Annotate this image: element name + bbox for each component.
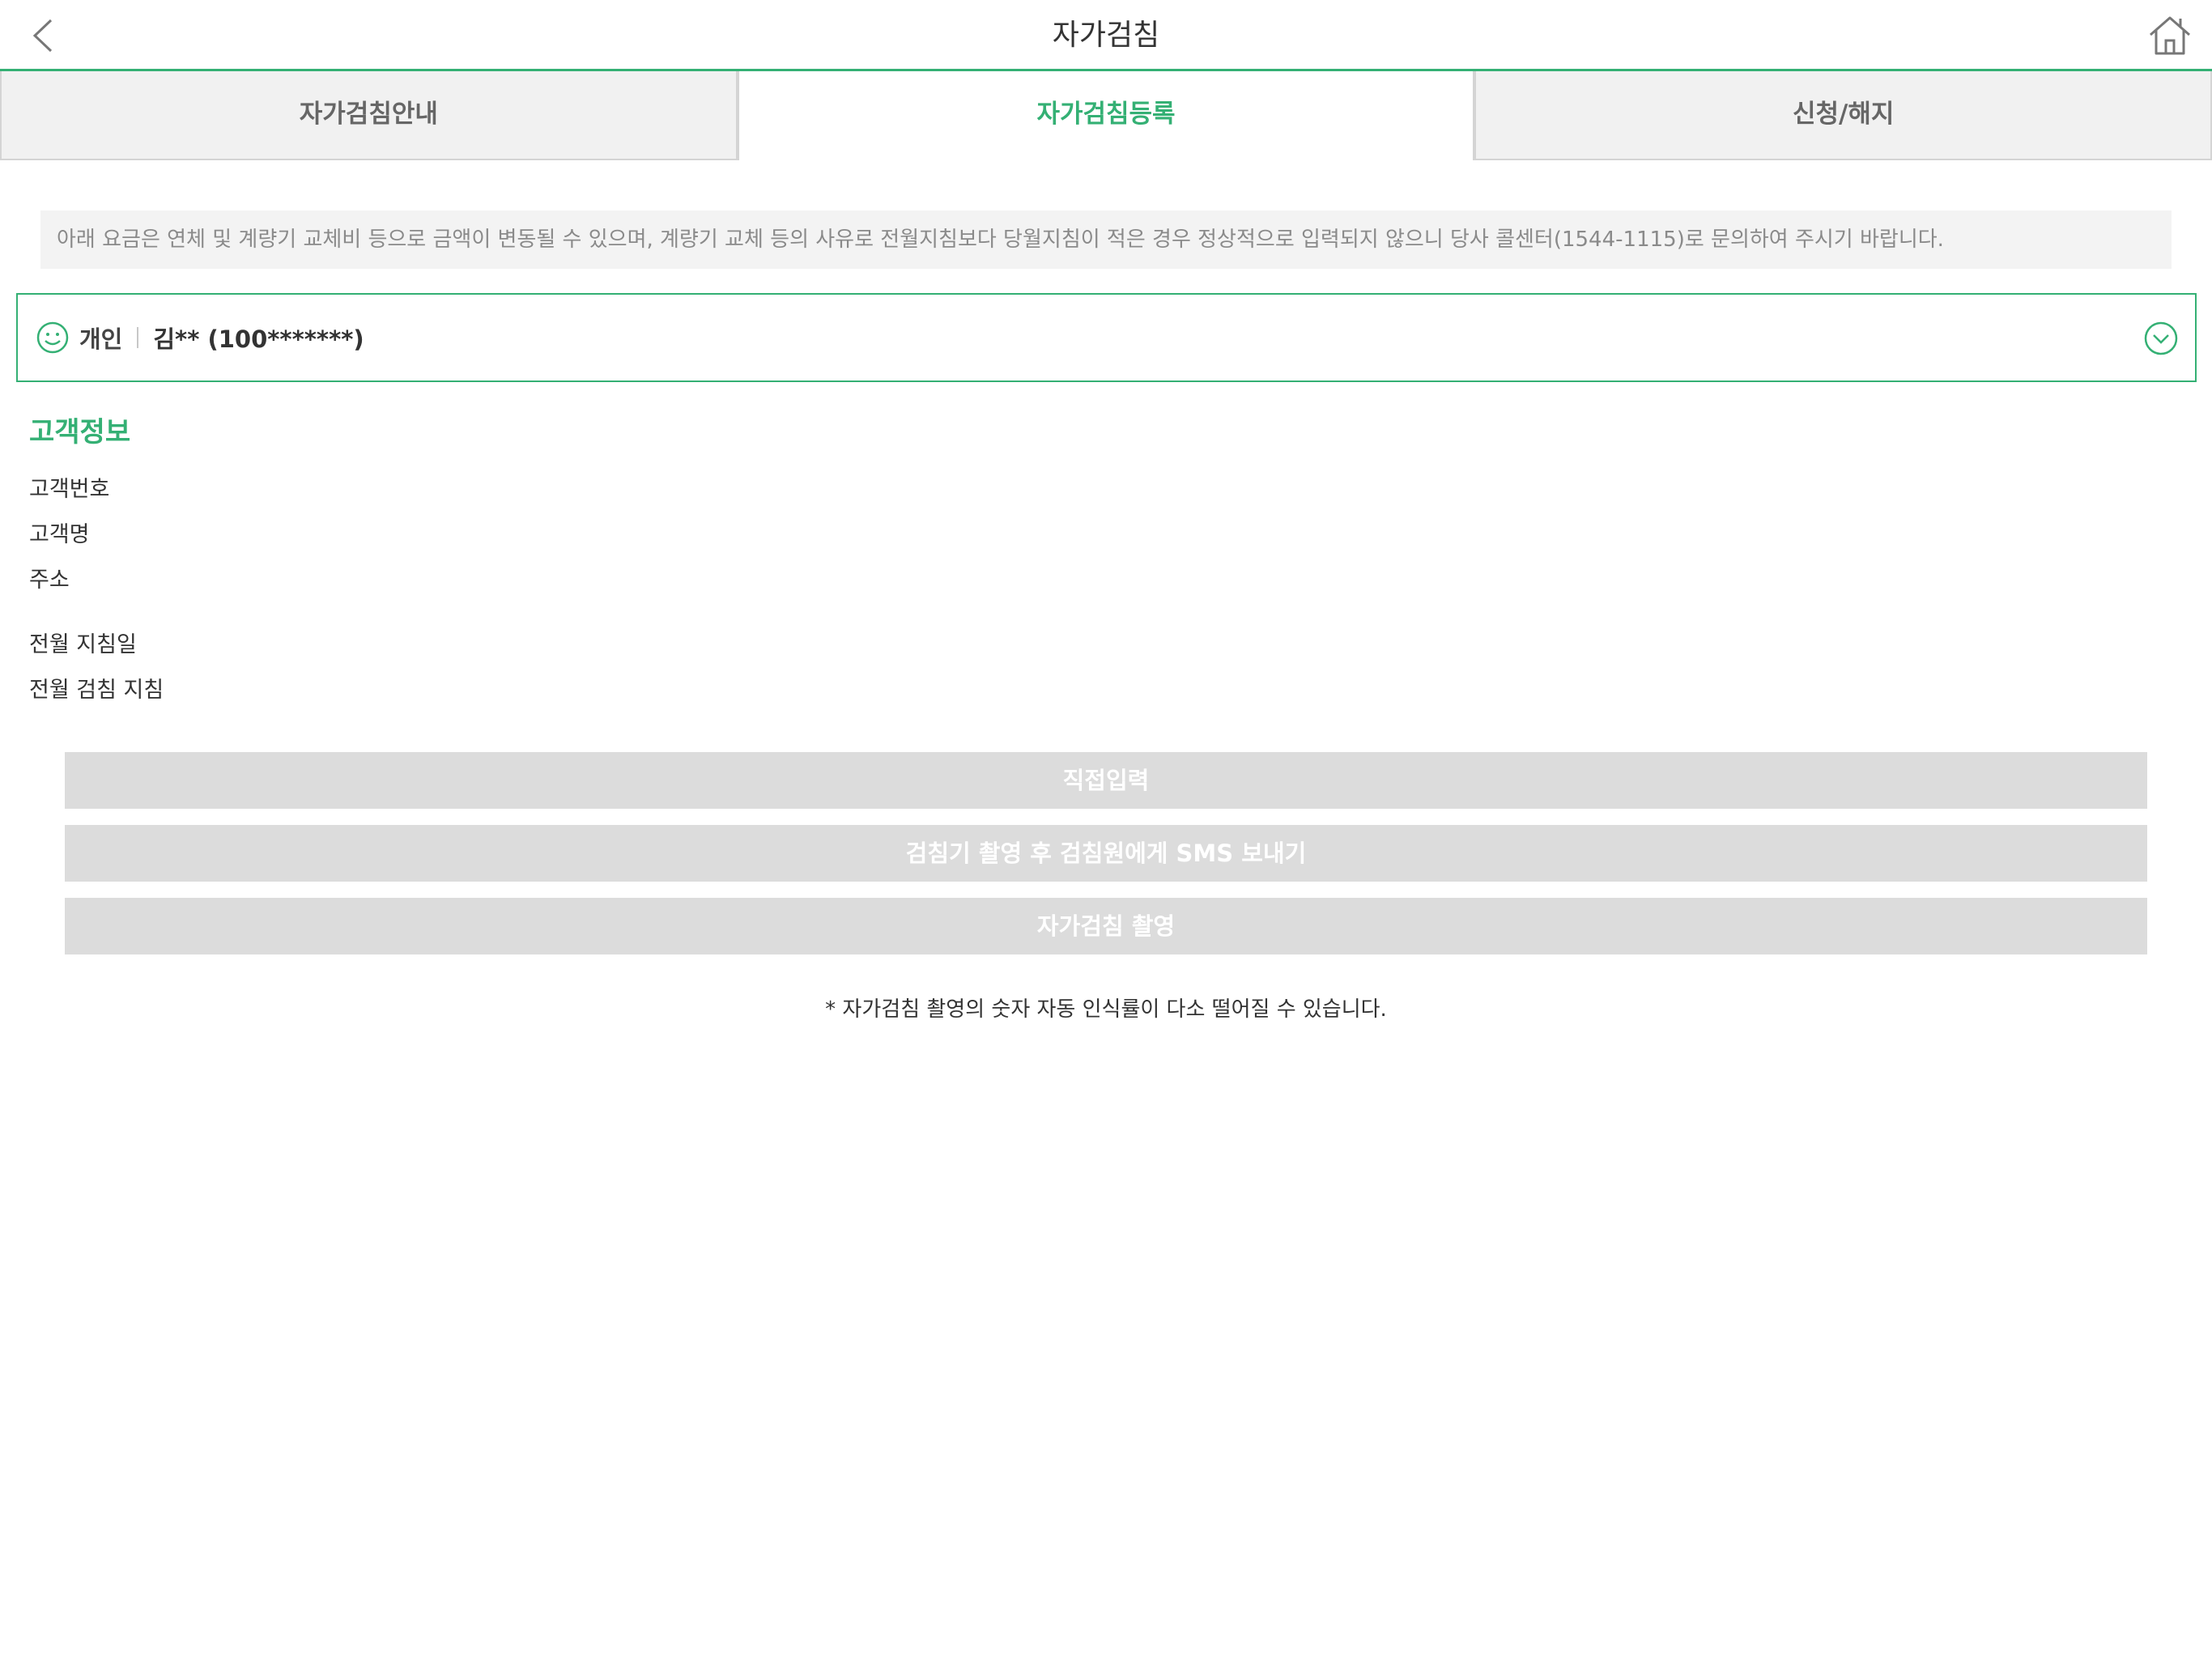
customer-name-label: 고객명: [29, 522, 90, 547]
customer-info-title: 고객정보: [29, 416, 131, 449]
prev-reading-value-label: 전월 검침 지침: [29, 678, 164, 703]
smile-icon: [36, 321, 70, 355]
send-sms-button[interactable]: 검침기 촬영 후 검침원에게 SMS 보내기: [65, 825, 2147, 882]
customer-selector[interactable]: 개인 김** (100*******): [16, 293, 2197, 382]
divider: [137, 327, 139, 348]
customer-type: 개인: [79, 325, 123, 353]
tab-apply-cancel[interactable]: 신청/해지: [1474, 71, 2212, 160]
tab-self-reading-guide[interactable]: 자가검침안내: [0, 71, 738, 160]
tab-bar: 자가검침안내 자가검침등록 신청/해지: [0, 71, 2212, 160]
app-header: 자가검침: [0, 0, 2212, 71]
home-button[interactable]: [2146, 11, 2194, 60]
notice-banner: 아래 요금은 연체 및 계량기 교체비 등으로 금액이 변동될 수 있으며, 계…: [40, 210, 2172, 269]
footnote: * 자가검침 촬영의 숫자 자동 인식률이 다소 떨어질 수 있습니다.: [825, 997, 1387, 1022]
address-label: 주소: [29, 568, 70, 593]
customer-name-masked: 김** (100*******): [153, 325, 364, 353]
page-title: 자가검침: [1052, 19, 1160, 52]
customer-number-label: 고객번호: [29, 477, 110, 502]
capture-reading-button[interactable]: 자가검침 촬영: [65, 898, 2147, 954]
home-icon: [2150, 16, 2190, 55]
chevron-down-circle-icon[interactable]: [2143, 321, 2179, 356]
tab-self-reading-register[interactable]: 자가검침등록: [737, 71, 1475, 160]
prev-reading-date-label: 전월 지침일: [29, 632, 137, 657]
direct-input-button[interactable]: 직접입력: [65, 752, 2147, 809]
